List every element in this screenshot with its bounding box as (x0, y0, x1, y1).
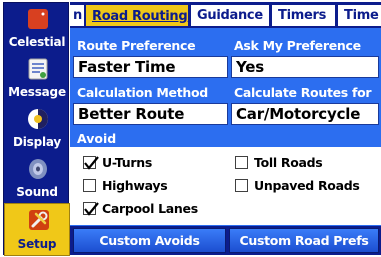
sidebar: Celestial Message Display Sound Setup (3, 2, 70, 256)
avoid-header: Avoid (70, 129, 381, 147)
tab-label: Timers (278, 8, 327, 23)
tab-label: Road Routing (92, 9, 188, 24)
sidebar-item-message[interactable]: Message (4, 53, 70, 103)
sidebar-item-label: Display (12, 135, 62, 149)
tab-label: Guidance (197, 8, 263, 23)
tab-partial[interactable]: n (70, 5, 84, 26)
tab-road-routing[interactable]: Road Routing (86, 5, 188, 26)
custom-road-prefs-button[interactable]: Custom Road Prefs (229, 228, 379, 253)
sidebar-item-label: Celestial (8, 35, 66, 49)
sidebar-item-setup[interactable]: Setup (4, 203, 70, 256)
sidebar-item-label: Message (8, 85, 66, 99)
tab-timers[interactable]: Timers (272, 5, 335, 26)
tab-bar: n Road Routing Guidance Timers Time (70, 2, 381, 28)
tab-label: n (73, 8, 82, 23)
tab-label: Time (344, 8, 379, 23)
display-icon (28, 109, 48, 129)
checkbox-label: Unpaved Roads (254, 178, 360, 193)
checkbox-empty-icon (235, 156, 248, 169)
checkbox-checked-icon (83, 156, 99, 170)
avoid-options: U-Turns Toll Roads Highways Unpaved Road… (70, 147, 381, 225)
checkbox-label: Toll Roads (254, 155, 323, 170)
celestial-icon (28, 9, 48, 29)
sound-icon (29, 159, 47, 179)
calculate-for-label: Calculate Routes for (234, 85, 372, 100)
calculation-method-field[interactable]: Better Route (73, 103, 228, 125)
checkbox-checked-icon (83, 202, 99, 216)
message-icon (28, 58, 48, 80)
calculate-for-field[interactable]: Car/Motorcycle (231, 103, 379, 125)
checkbox-empty-icon (235, 179, 248, 192)
sidebar-item-display[interactable]: Display (4, 103, 70, 153)
avoid-highways-checkbox[interactable]: Highways (83, 178, 168, 193)
custom-avoids-button[interactable]: Custom Avoids (73, 228, 226, 253)
checkbox-empty-icon (83, 179, 96, 192)
avoid-unpaved-roads-checkbox[interactable]: Unpaved Roads (235, 178, 360, 193)
sidebar-item-label: Setup (17, 237, 57, 251)
settings-panel: n Road Routing Guidance Timers Time Rout… (70, 2, 381, 255)
sidebar-item-sound[interactable]: Sound (4, 153, 70, 203)
calculation-method-label: Calculation Method (77, 85, 208, 100)
ask-preference-label: Ask My Preference (234, 38, 361, 53)
avoid-u-turns-checkbox[interactable]: U-Turns (83, 155, 152, 170)
sidebar-item-label: Sound (16, 185, 58, 199)
sidebar-item-celestial[interactable]: Celestial (4, 3, 70, 53)
avoid-toll-roads-checkbox[interactable]: Toll Roads (235, 155, 323, 170)
checkbox-label: Highways (102, 178, 168, 193)
route-preference-field[interactable]: Faster Time (73, 56, 228, 78)
tab-time[interactable]: Time (338, 5, 381, 26)
setup-icon (29, 210, 49, 230)
checkbox-label: Carpool Lanes (102, 201, 198, 216)
route-preference-label: Route Preference (77, 38, 196, 53)
bottom-button-bar: Custom Avoids Custom Road Prefs (70, 226, 381, 255)
checkbox-label: U-Turns (102, 155, 152, 170)
ask-preference-field[interactable]: Yes (231, 56, 379, 78)
tab-guidance[interactable]: Guidance (191, 5, 269, 26)
avoid-carpool-lanes-checkbox[interactable]: Carpool Lanes (83, 201, 198, 216)
